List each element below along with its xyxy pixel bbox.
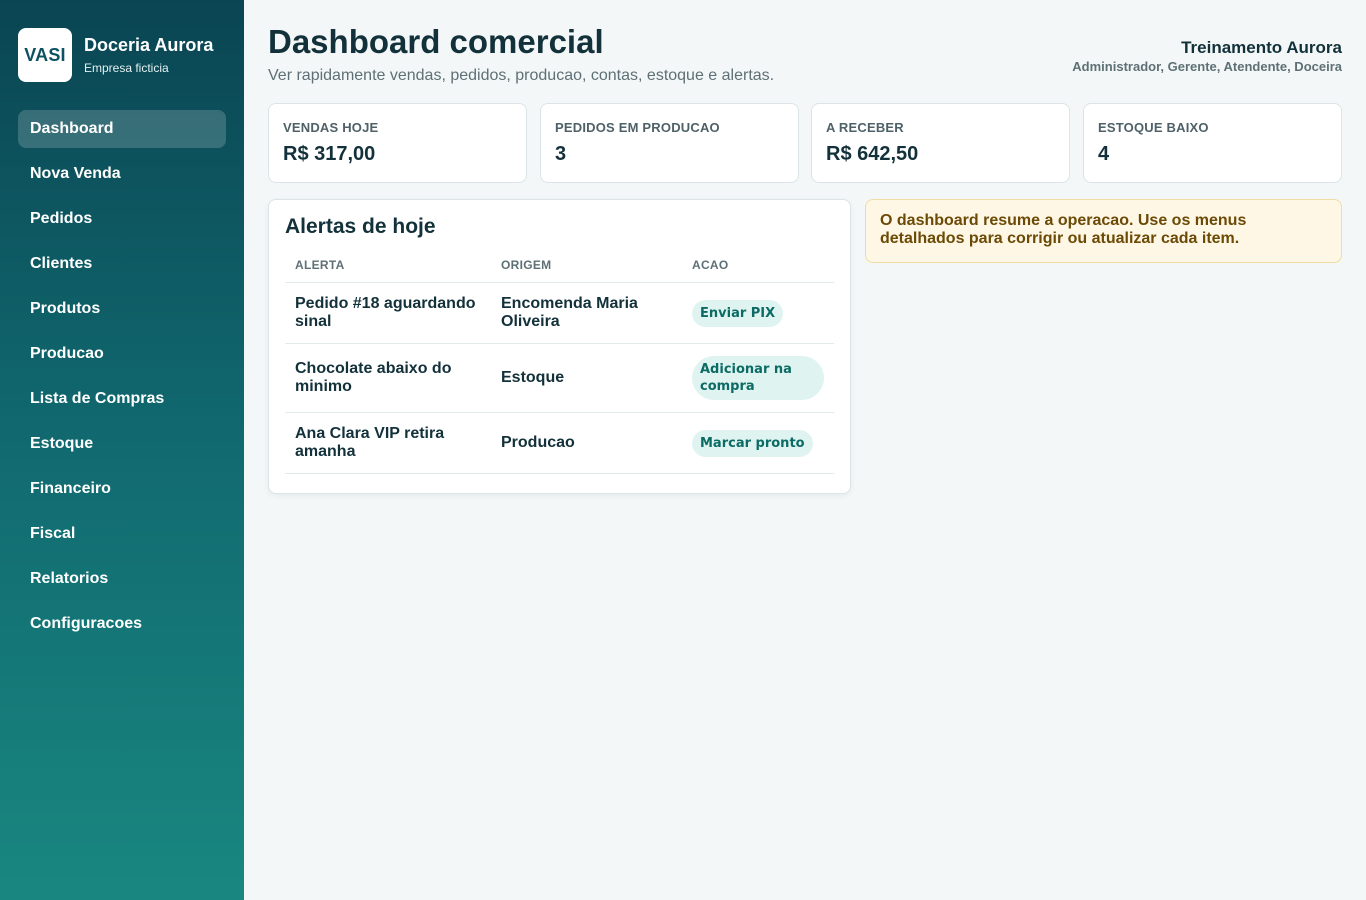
user-roles: Administrador, Gerente, Atendente, Docei… <box>1072 59 1342 74</box>
kpi-label: ESTOQUE BAIXO <box>1098 120 1209 135</box>
alert-action-cell: Adicionar na compra <box>682 343 834 413</box>
sidebar-item-lista-de-compras[interactable]: Lista de Compras <box>18 380 226 418</box>
sidebar-item-configuracoes[interactable]: Configuracoes <box>18 605 226 643</box>
sidebar-item-dashboard[interactable]: Dashboard <box>18 110 226 148</box>
alert-origin: Estoque <box>491 343 682 413</box>
sidebar-item-produtos[interactable]: Produtos <box>18 290 226 328</box>
kpi-value: R$ 642,50 <box>826 143 919 165</box>
sidebar-item-estoque[interactable]: Estoque <box>18 425 226 463</box>
marcar-pronto-button[interactable]: Marcar pronto <box>692 429 813 457</box>
page-subtitle: Ver rapidamente vendas, pedidos, produca… <box>268 67 775 84</box>
kpi-card-a-receber: A RECEBER R$ 642,50 <box>811 103 1070 183</box>
kpi-label: PEDIDOS EM PRODUCAO <box>555 120 720 135</box>
kpi-value: 3 <box>555 143 567 165</box>
sidebar-item-financeiro[interactable]: Financeiro <box>18 470 226 508</box>
column-header-acao: ACAO <box>682 258 834 283</box>
table-row: Chocolate abaixo do minimo Estoque Adici… <box>285 343 834 413</box>
kpi-value: R$ 317,00 <box>283 143 376 165</box>
sidebar-item-fiscal[interactable]: Fiscal <box>18 515 226 553</box>
alerts-panel: Alertas de hoje ALERTA ORIGEM ACAO Pedid… <box>268 199 851 494</box>
column-header-origem: ORIGEM <box>491 258 682 283</box>
table-row: Pedido #18 aguardando sinal Encomenda Ma… <box>285 282 834 344</box>
alert-action-cell: Enviar PIX <box>682 282 834 344</box>
user-info: Treinamento Aurora Administrador, Gerent… <box>1072 38 1342 75</box>
column-header-alerta: ALERTA <box>285 258 491 283</box>
sidebar-item-producao[interactable]: Producao <box>18 335 226 373</box>
kpi-card-pedidos-em-producao: PEDIDOS EM PRODUCAO 3 <box>540 103 799 183</box>
sidebar: VASI Doceria Aurora Empresa ficticia Das… <box>0 0 244 900</box>
brand-text: Doceria Aurora Empresa ficticia <box>84 34 213 76</box>
alert-origin: Encomenda Maria Oliveira <box>491 282 682 344</box>
enviar-pix-button[interactable]: Enviar PIX <box>692 299 784 327</box>
kpi-value: 4 <box>1098 143 1110 165</box>
table-row: Ana Clara VIP retira amanha Producao Mar… <box>285 412 834 474</box>
sidebar-item-nova-venda[interactable]: Nova Venda <box>18 155 226 193</box>
brand-subtitle: Empresa ficticia <box>84 61 169 75</box>
kpi-label: VENDAS HOJE <box>283 120 379 135</box>
table-header-row: ALERTA ORIGEM ACAO <box>285 258 834 283</box>
alert-text: Pedido #18 aguardando sinal <box>285 282 491 344</box>
alert-action-cell: Marcar pronto <box>682 412 834 474</box>
adicionar-na-compra-button[interactable]: Adicionar na compra <box>692 356 824 400</box>
brand: VASI Doceria Aurora Empresa ficticia <box>18 28 213 82</box>
alerts-title: Alertas de hoje <box>285 215 436 238</box>
sidebar-item-clientes[interactable]: Clientes <box>18 245 226 283</box>
brand-name: Doceria Aurora <box>84 35 214 55</box>
kpi-label: A RECEBER <box>826 120 904 135</box>
sidebar-item-relatorios[interactable]: Relatorios <box>18 560 226 598</box>
kpi-card-vendas-hoje: VENDAS HOJE R$ 317,00 <box>268 103 527 183</box>
sidebar-item-pedidos[interactable]: Pedidos <box>18 200 226 238</box>
alert-text: Ana Clara VIP retira amanha <box>285 412 491 474</box>
info-notice: O dashboard resume a operacao. Use os me… <box>865 199 1342 263</box>
alert-text: Chocolate abaixo do minimo <box>285 343 491 413</box>
alerts-table: ALERTA ORIGEM ACAO Pedido #18 aguardando… <box>285 258 834 474</box>
kpi-card-estoque-baixo: ESTOQUE BAIXO 4 <box>1083 103 1342 183</box>
alert-origin: Producao <box>491 412 682 474</box>
user-name: Treinamento Aurora <box>1181 38 1342 57</box>
page-title: Dashboard comercial <box>268 23 604 60</box>
sidebar-nav: Dashboard Nova Venda Pedidos Clientes Pr… <box>18 110 226 650</box>
brand-logo: VASI <box>18 28 72 82</box>
